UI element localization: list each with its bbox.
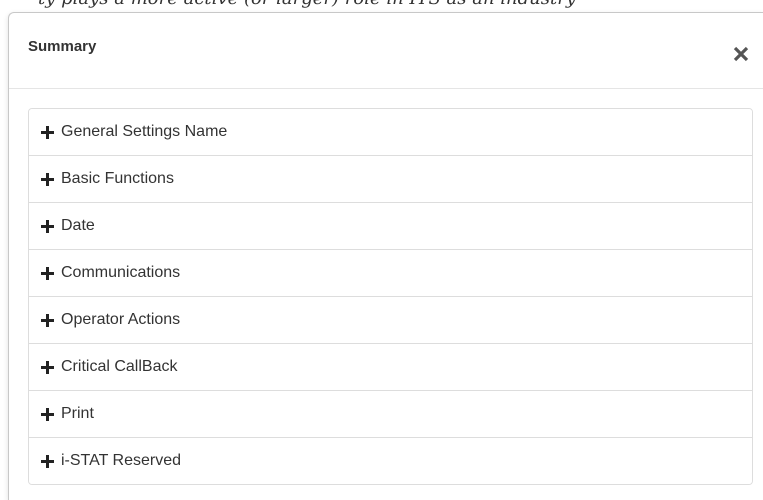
accordion-item-i-stat-reserved[interactable]: i-STAT Reserved — [29, 438, 752, 484]
accordion-item-label: Communications — [61, 264, 181, 281]
accordion-item-critical-callback[interactable]: Critical CallBack — [29, 344, 752, 391]
accordion-item-operator-actions[interactable]: Operator Actions — [29, 297, 752, 344]
close-icon — [733, 46, 749, 62]
background-page-text: ty plays a more active (or larger) role … — [0, 0, 763, 10]
accordion-item-communications[interactable]: Communications — [29, 250, 752, 297]
background-page-text-line: ty plays a more active (or larger) role … — [38, 0, 576, 9]
plus-icon — [41, 407, 54, 421]
close-button[interactable] — [728, 41, 754, 67]
accordion-item-label: Critical CallBack — [61, 358, 178, 375]
accordion-item-print[interactable]: Print — [29, 391, 752, 438]
modal-title: Summary — [28, 38, 97, 55]
plus-icon — [41, 219, 54, 233]
accordion-item-label: General Settings Name — [61, 123, 228, 140]
summary-accordion: General Settings Name Basic Functions Da… — [28, 108, 753, 485]
accordion-item-label: Date — [61, 217, 95, 234]
plus-icon — [41, 125, 54, 139]
accordion-item-label: i-STAT Reserved — [61, 452, 182, 469]
plus-icon — [41, 172, 54, 186]
accordion-item-label: Operator Actions — [61, 311, 181, 328]
accordion-item-basic-functions[interactable]: Basic Functions — [29, 156, 752, 203]
modal-header: Summary — [9, 13, 763, 89]
accordion-item-label: Basic Functions — [61, 170, 174, 187]
plus-icon — [41, 313, 54, 327]
plus-icon — [41, 454, 54, 468]
plus-icon — [41, 266, 54, 280]
accordion-item-label: Print — [61, 405, 94, 422]
accordion-item-date[interactable]: Date — [29, 203, 752, 250]
summary-modal: Summary General Settings Name Basic Func… — [8, 12, 763, 500]
plus-icon — [41, 360, 54, 374]
accordion-item-general-settings-name[interactable]: General Settings Name — [29, 109, 752, 156]
